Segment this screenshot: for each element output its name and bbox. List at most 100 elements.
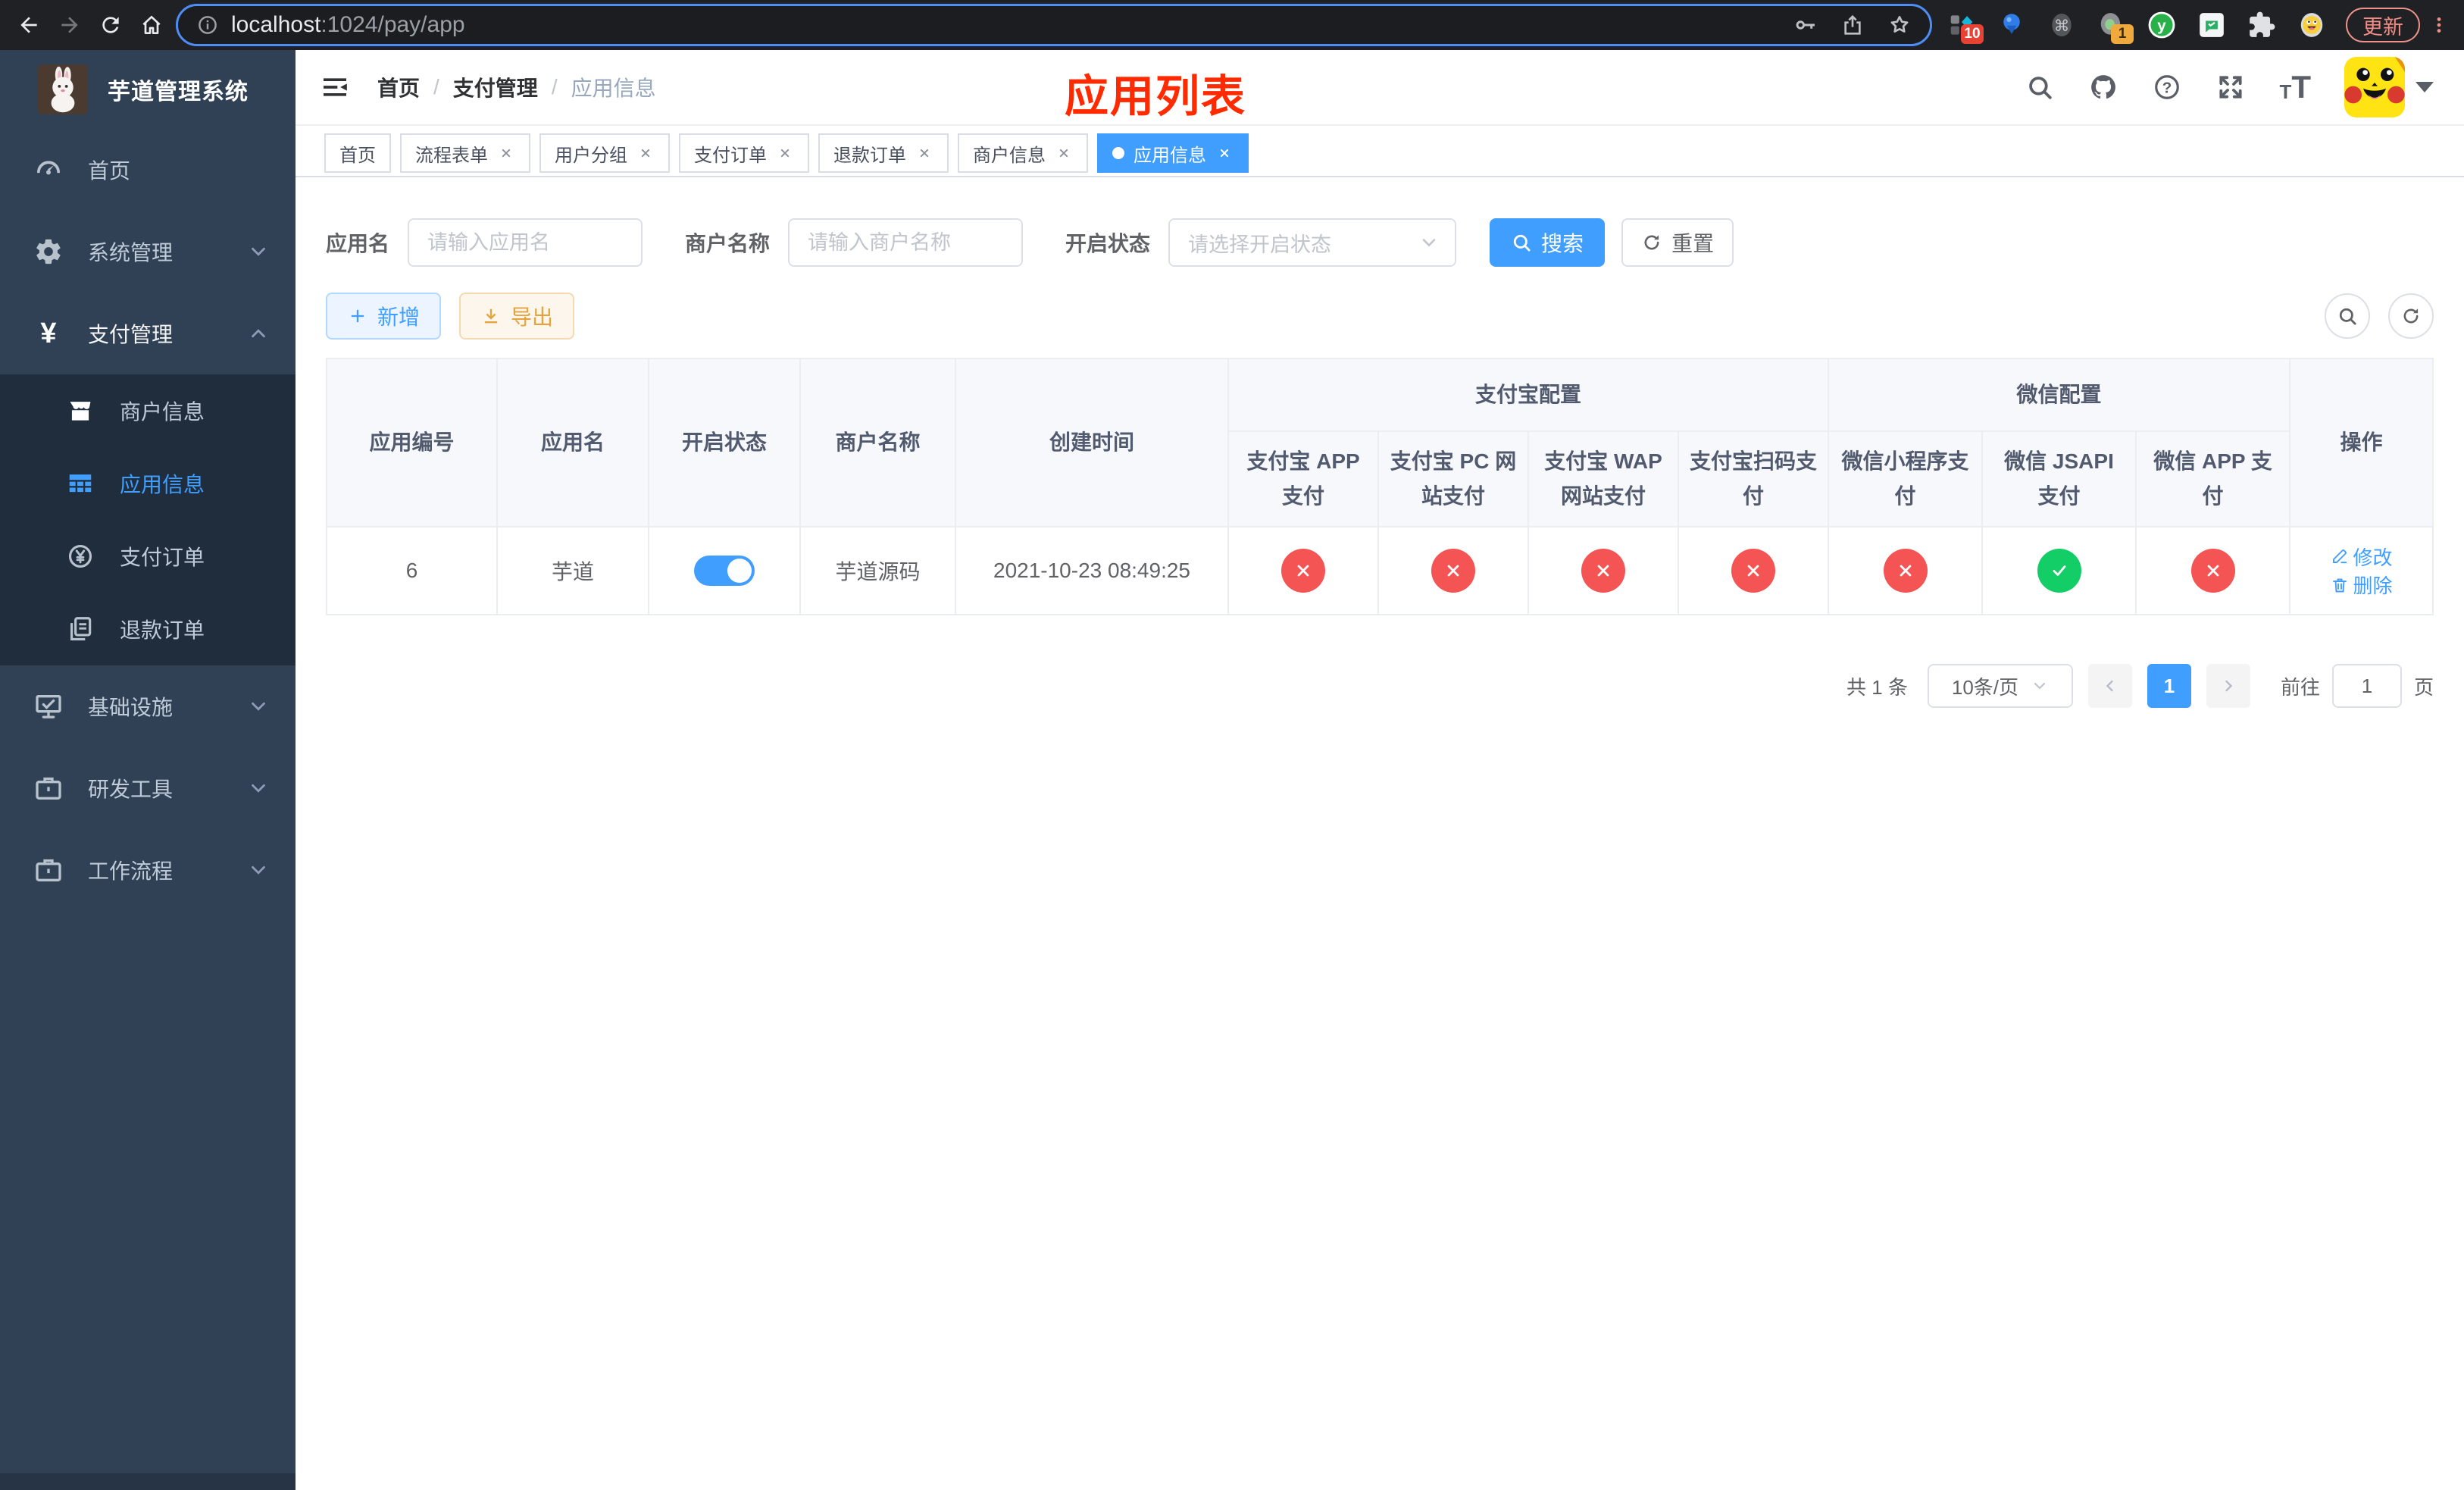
- extension-chat-icon[interactable]: [2196, 9, 2228, 41]
- extension-balloon-icon[interactable]: [1996, 9, 2028, 41]
- avatar: [2344, 57, 2405, 117]
- close-icon: [1443, 561, 1463, 581]
- extension-session-icon[interactable]: 1: [2096, 9, 2134, 44]
- browser-forward-button[interactable]: [53, 8, 86, 42]
- next-page-button[interactable]: [2206, 664, 2250, 708]
- app-name-input[interactable]: [408, 218, 643, 267]
- site-info-icon[interactable]: [196, 14, 219, 36]
- extension-badge: 10: [1961, 24, 1984, 44]
- top-navbar: 首页 / 支付管理 / 应用信息 应用列表 TT: [295, 50, 2464, 126]
- extension-y-icon[interactable]: y: [2146, 9, 2178, 41]
- prev-page-button[interactable]: [2087, 664, 2132, 708]
- refresh-table-button[interactable]: [2388, 293, 2434, 339]
- close-icon[interactable]: [636, 144, 655, 162]
- payment-submenu: 商户信息 应用信息 支付订单 退款订单: [0, 374, 295, 665]
- documents-icon: [64, 612, 97, 646]
- page-annotation: 应用列表: [1065, 72, 1247, 121]
- share-icon[interactable]: [1840, 13, 1865, 37]
- sidebar-menu: 首页 系统管理 ¥ 支付管理 商户信息 应用信息 支付订单 退款订单 基础设施 …: [0, 129, 295, 911]
- status-select[interactable]: 请选择开启状态: [1168, 218, 1457, 267]
- check-icon: [2050, 561, 2069, 581]
- fullscreen-icon[interactable]: [2215, 72, 2246, 102]
- breadcrumb-payment[interactable]: 支付管理: [453, 72, 538, 102]
- delete-link[interactable]: 删除: [2331, 571, 2393, 599]
- status-badge-closed: [1281, 549, 1325, 593]
- sidebar-item-pay-orders[interactable]: 支付订单: [0, 520, 295, 593]
- status-badge-closed: [1883, 549, 1928, 593]
- pagination-total: 共 1 条: [1846, 675, 1908, 699]
- tag-merchant-info[interactable]: 商户信息: [958, 133, 1088, 173]
- export-button[interactable]: 导出: [459, 293, 575, 340]
- sidebar-item-dev-tools[interactable]: 研发工具: [0, 747, 295, 829]
- main-area: 首页 / 支付管理 / 应用信息 应用列表 TT 首页 流程表单 用户分组 支付…: [295, 50, 2464, 1490]
- tag-refund-orders[interactable]: 退款订单: [818, 133, 949, 173]
- sidebar-item-home[interactable]: 首页: [0, 129, 295, 211]
- extension-sidekick-icon[interactable]: 10: [1946, 9, 1984, 44]
- status-badge-closed: [2190, 549, 2235, 593]
- app-name-label: 应用名: [326, 232, 390, 255]
- sidebar-collapse-icon[interactable]: [318, 70, 352, 104]
- search-icon[interactable]: [2025, 72, 2055, 102]
- edit-link[interactable]: 修改: [2331, 543, 2393, 571]
- group-alipay-config: 支付宝配置: [1227, 358, 1830, 432]
- search-button[interactable]: 搜索: [1490, 218, 1606, 267]
- col-wechat-jsapi: 微信 JSAPI 支付: [1981, 430, 2137, 527]
- status-toggle[interactable]: [694, 556, 755, 586]
- sidebar-item-app-info[interactable]: 应用信息: [0, 447, 295, 520]
- page-suffix-label: 页: [2413, 675, 2434, 699]
- close-icon[interactable]: [915, 144, 933, 162]
- goto-page-input[interactable]: [2331, 664, 2402, 708]
- chevron-down-icon: [247, 240, 270, 263]
- tags-view: 首页 流程表单 用户分组 支付订单 退款订单 商户信息 应用信息: [295, 126, 2464, 177]
- help-icon[interactable]: [2152, 72, 2182, 102]
- browser-update-button[interactable]: 更新: [2346, 8, 2420, 42]
- col-alipay-pc: 支付宝 PC 网站支付: [1377, 430, 1529, 527]
- sidebar-item-workflow[interactable]: 工作流程: [0, 829, 295, 911]
- gear-icon: [32, 235, 65, 268]
- sidebar-item-infrastructure[interactable]: 基础设施: [0, 665, 295, 747]
- dashboard-icon: [32, 153, 65, 186]
- toggle-search-button[interactable]: [2325, 293, 2370, 339]
- browser-reload-button[interactable]: [94, 8, 127, 42]
- search-icon: [2337, 305, 2358, 327]
- extension-command-icon[interactable]: ⌘: [2046, 9, 2078, 41]
- merchant-name-input[interactable]: [788, 218, 1024, 267]
- add-button[interactable]: 新增: [326, 293, 442, 340]
- sidebar-logo[interactable]: 芋道管理系统: [0, 50, 295, 129]
- tag-pay-orders[interactable]: 支付订单: [679, 133, 809, 173]
- password-key-icon[interactable]: [1793, 13, 1818, 37]
- page-size-select[interactable]: 10条/页: [1927, 664, 2073, 708]
- sidebar-item-system[interactable]: 系统管理: [0, 211, 295, 293]
- close-icon[interactable]: [1215, 144, 1234, 162]
- url-text: localhost:1024/pay/app: [231, 12, 1793, 38]
- sidebar-item-refund-orders[interactable]: 退款订单: [0, 593, 295, 665]
- breadcrumb-home[interactable]: 首页: [377, 72, 420, 102]
- user-menu[interactable]: [2344, 57, 2434, 117]
- tag-app-info[interactable]: 应用信息: [1097, 133, 1249, 173]
- breadcrumb: 首页 / 支付管理 / 应用信息: [377, 72, 656, 102]
- browser-back-button[interactable]: [12, 8, 45, 42]
- group-wechat-config: 微信配置: [1828, 358, 2291, 432]
- close-icon[interactable]: [776, 144, 794, 162]
- bookmark-star-icon[interactable]: [1887, 13, 1912, 37]
- chevron-down-icon: [247, 859, 270, 881]
- chevron-up-icon: [247, 322, 270, 345]
- address-bar[interactable]: localhost:1024/pay/app: [176, 4, 1932, 46]
- close-icon[interactable]: [497, 144, 515, 162]
- font-size-icon[interactable]: TT: [2279, 71, 2311, 103]
- tag-user-group[interactable]: 用户分组: [539, 133, 670, 173]
- browser-menu-button[interactable]: [2426, 8, 2452, 42]
- extensions-puzzle-icon[interactable]: [2246, 9, 2278, 41]
- close-icon[interactable]: [1055, 144, 1073, 162]
- sidebar-item-payment[interactable]: ¥ 支付管理: [0, 293, 295, 374]
- tag-home[interactable]: 首页: [324, 133, 391, 173]
- reset-button[interactable]: 重置: [1621, 218, 1734, 267]
- profile-avatar-icon[interactable]: [2296, 9, 2328, 41]
- page-number-button[interactable]: 1: [2147, 664, 2191, 708]
- tag-process-form[interactable]: 流程表单: [400, 133, 530, 173]
- github-icon[interactable]: [2088, 72, 2118, 102]
- browser-home-button[interactable]: [135, 8, 168, 42]
- col-app-name: 应用名: [496, 358, 649, 527]
- sidebar-item-merchant-info[interactable]: 商户信息: [0, 374, 295, 447]
- col-alipay-wap: 支付宝 WAP 网站支付: [1527, 430, 1679, 527]
